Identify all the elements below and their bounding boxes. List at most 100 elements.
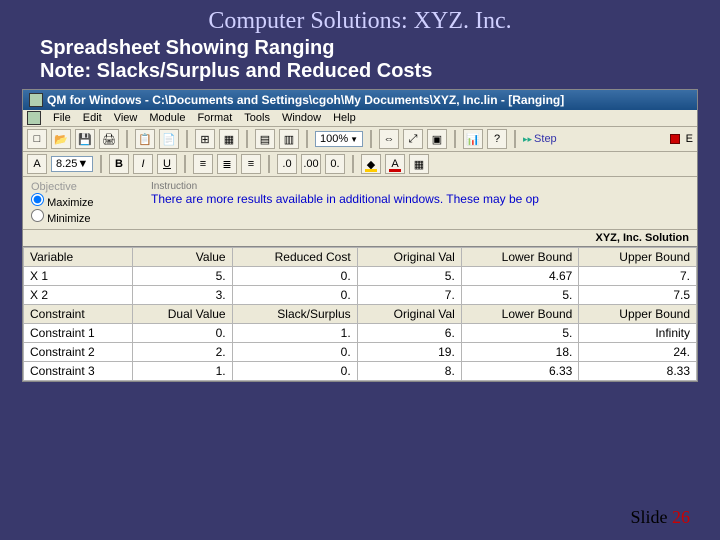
cell[interactable]: 1. bbox=[232, 324, 357, 343]
cell[interactable]: Constraint 3 bbox=[24, 362, 133, 381]
cell[interactable]: 0. bbox=[232, 362, 357, 381]
fontsize-select[interactable]: 8.25▼ bbox=[51, 156, 93, 172]
separator bbox=[184, 155, 186, 173]
menu-window[interactable]: Window bbox=[282, 112, 321, 124]
table-row[interactable]: X 2 3. 0. 7. 5. 7.5 bbox=[24, 286, 697, 305]
cell[interactable]: Constraint 1 bbox=[24, 324, 133, 343]
cell[interactable]: Infinity bbox=[579, 324, 697, 343]
normal-icon[interactable]: ▥ bbox=[279, 129, 299, 149]
menu-module[interactable]: Module bbox=[149, 112, 185, 124]
bold-button[interactable]: B bbox=[109, 154, 129, 174]
cell[interactable]: 0. bbox=[232, 267, 357, 286]
italic-button[interactable]: I bbox=[133, 154, 153, 174]
new-icon[interactable]: □ bbox=[27, 129, 47, 149]
separator bbox=[186, 130, 188, 148]
minimize-radio[interactable]: Minimize bbox=[31, 209, 135, 225]
minimize-label: Minimize bbox=[47, 213, 90, 225]
cell[interactable]: 1. bbox=[133, 362, 232, 381]
titlebar-text: QM for Windows - C:\Documents and Settin… bbox=[47, 93, 564, 107]
col-constraint: Constraint bbox=[24, 305, 133, 324]
widen-icon[interactable]: ⇔ bbox=[379, 129, 399, 149]
cell[interactable]: 6. bbox=[357, 324, 461, 343]
cell[interactable]: 7. bbox=[579, 267, 697, 286]
tile-icon[interactable]: ▦ bbox=[219, 129, 239, 149]
maximize-radio[interactable]: Maximize bbox=[31, 193, 135, 209]
cell[interactable]: 5. bbox=[357, 267, 461, 286]
menu-file[interactable]: File bbox=[53, 112, 71, 124]
paste-icon[interactable]: 📄 bbox=[159, 129, 179, 149]
slide-subtitle-2: Note: Slacks/Surplus and Reduced Costs bbox=[0, 60, 720, 89]
titlebar[interactable]: QM for Windows - C:\Documents and Settin… bbox=[23, 90, 697, 110]
slide-number: Slide 26 bbox=[630, 507, 690, 528]
cell[interactable]: X 1 bbox=[24, 267, 133, 286]
col-slack-surplus: Slack/Surplus bbox=[232, 305, 357, 324]
align-left-icon[interactable]: ≡ bbox=[193, 154, 213, 174]
help-icon[interactable]: ? bbox=[487, 129, 507, 149]
table-row[interactable]: Constraint 1 0. 1. 6. 5. Infinity bbox=[24, 324, 697, 343]
table-row[interactable]: Constraint 2 2. 0. 19. 18. 24. bbox=[24, 343, 697, 362]
cell[interactable]: 3. bbox=[133, 286, 232, 305]
borders-icon[interactable]: ▦ bbox=[409, 154, 429, 174]
menu-edit[interactable]: Edit bbox=[83, 112, 102, 124]
autofit-icon[interactable]: ⤢ bbox=[403, 129, 423, 149]
align-right-icon[interactable]: ≡ bbox=[241, 154, 261, 174]
graph-icon[interactable]: 📊 bbox=[463, 129, 483, 149]
cell[interactable]: 2. bbox=[133, 343, 232, 362]
menu-help[interactable]: Help bbox=[333, 112, 356, 124]
cell[interactable]: 24. bbox=[579, 343, 697, 362]
step-button[interactable]: Step bbox=[523, 133, 557, 145]
calc-icon[interactable]: ▤ bbox=[255, 129, 275, 149]
slide-page: 26 bbox=[672, 507, 690, 527]
print-icon[interactable]: 🖨 bbox=[99, 129, 119, 149]
cell[interactable]: 5. bbox=[461, 324, 579, 343]
cell[interactable]: 7. bbox=[357, 286, 461, 305]
instruction-text: There are more results available in addi… bbox=[151, 192, 689, 206]
underline-button[interactable]: U bbox=[157, 154, 177, 174]
align-center-icon[interactable]: ≣ bbox=[217, 154, 237, 174]
fontsize-value: 8.25 bbox=[56, 158, 77, 170]
cell[interactable]: 0. bbox=[232, 343, 357, 362]
cell[interactable]: 7.5 bbox=[579, 286, 697, 305]
zoom-select[interactable]: 100%▼ bbox=[315, 131, 363, 147]
stop-icon[interactable] bbox=[670, 134, 680, 144]
cell[interactable]: 8. bbox=[357, 362, 461, 381]
cell[interactable]: 18. bbox=[461, 343, 579, 362]
cell[interactable]: 6.33 bbox=[461, 362, 579, 381]
doc-icon bbox=[27, 111, 41, 125]
save-icon[interactable]: 💾 bbox=[75, 129, 95, 149]
col-original-val: Original Val bbox=[357, 305, 461, 324]
font-icon[interactable]: A bbox=[27, 154, 47, 174]
toolbar-format: A 8.25▼ B I U ≡ ≣ ≡ .0 .00 0. ◆ A ▦ bbox=[23, 152, 697, 177]
decimal-up-icon[interactable]: .00 bbox=[301, 154, 321, 174]
slide-subtitle-1: Spreadsheet Showing Ranging bbox=[0, 37, 720, 60]
menu-view[interactable]: View bbox=[114, 112, 138, 124]
open-icon[interactable]: 📂 bbox=[51, 129, 71, 149]
menu-tools[interactable]: Tools bbox=[244, 112, 270, 124]
cell[interactable]: Constraint 2 bbox=[24, 343, 133, 362]
slide-label: Slide bbox=[630, 507, 667, 527]
separator bbox=[306, 130, 308, 148]
menu-format[interactable]: Format bbox=[197, 112, 232, 124]
cell[interactable]: 5. bbox=[461, 286, 579, 305]
copy-icon[interactable]: 📋 bbox=[135, 129, 155, 149]
cell[interactable]: 8.33 bbox=[579, 362, 697, 381]
slide-title: Computer Solutions: XYZ. Inc. bbox=[0, 0, 720, 37]
separator bbox=[352, 155, 354, 173]
table-row[interactable]: X 1 5. 0. 5. 4.67 7. bbox=[24, 267, 697, 286]
font-color-icon[interactable]: A bbox=[385, 154, 405, 174]
decimal-down-icon[interactable]: .0 bbox=[277, 154, 297, 174]
cell[interactable]: 19. bbox=[357, 343, 461, 362]
cell[interactable]: 0. bbox=[133, 324, 232, 343]
separator bbox=[514, 130, 516, 148]
fill-color-icon[interactable]: ◆ bbox=[361, 154, 381, 174]
separator bbox=[126, 130, 128, 148]
cell[interactable]: 4.67 bbox=[461, 267, 579, 286]
cell[interactable]: 0. bbox=[232, 286, 357, 305]
cascade-icon[interactable]: ⊞ bbox=[195, 129, 215, 149]
cell[interactable]: 5. bbox=[133, 267, 232, 286]
table-row[interactable]: Constraint 3 1. 0. 8. 6.33 8.33 bbox=[24, 362, 697, 381]
cell[interactable]: X 2 bbox=[24, 286, 133, 305]
full-icon[interactable]: ▣ bbox=[427, 129, 447, 149]
chevron-down-icon: ▼ bbox=[77, 158, 88, 170]
fix-icon[interactable]: 0. bbox=[325, 154, 345, 174]
